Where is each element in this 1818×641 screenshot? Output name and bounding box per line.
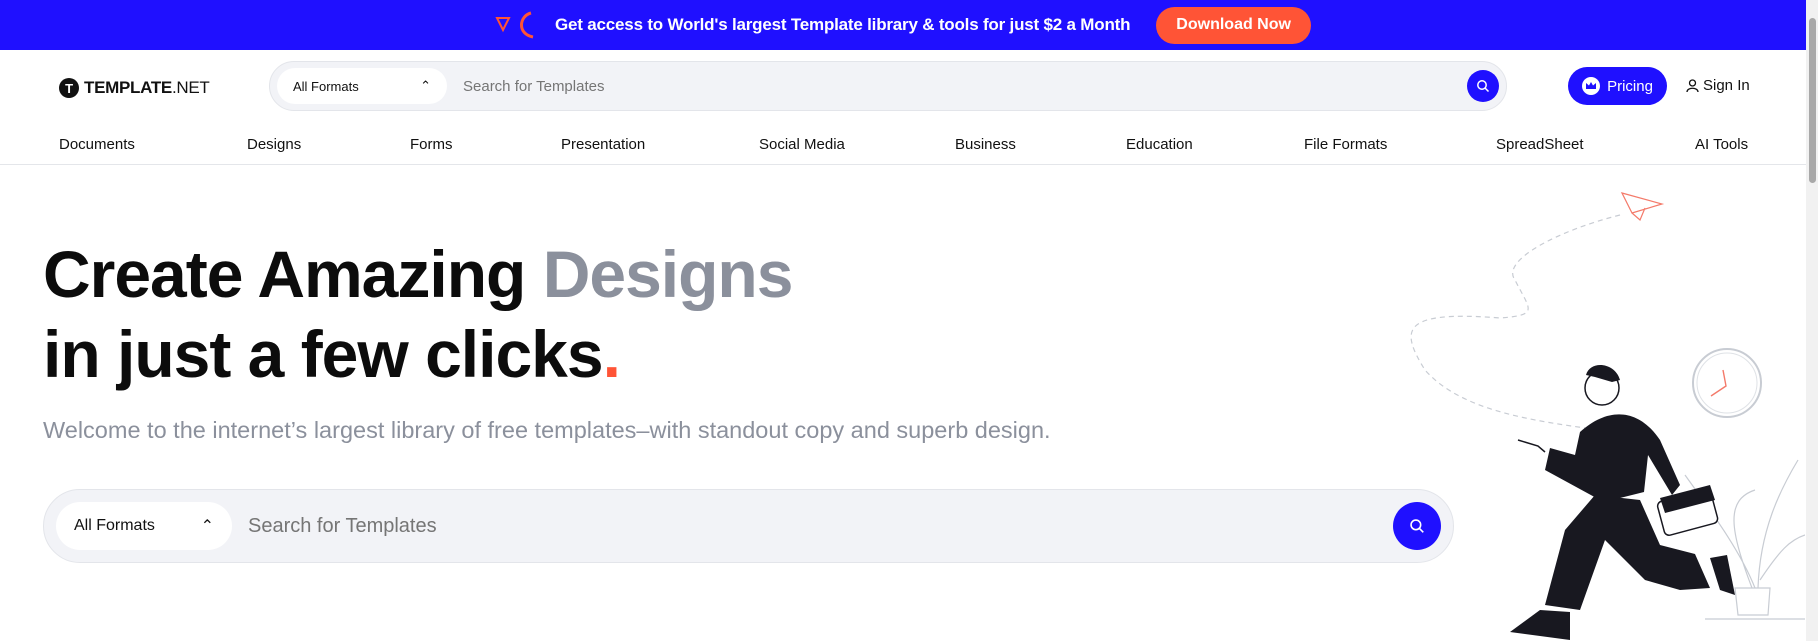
sign-in-link[interactable]: Sign In: [1686, 77, 1750, 94]
search-icon: [1477, 80, 1490, 93]
paper-plane-icon: [1620, 192, 1665, 222]
download-now-button[interactable]: Download Now: [1156, 6, 1311, 44]
clock-icon: [1692, 348, 1762, 418]
nav-ai-tools[interactable]: AI Tools: [1695, 136, 1748, 153]
nav-education[interactable]: Education: [1126, 136, 1193, 153]
nav-spreadsheet[interactable]: SpreadSheet: [1496, 136, 1584, 153]
hero-search-input[interactable]: [248, 514, 1393, 538]
vertical-scrollbar[interactable]: [1806, 0, 1818, 641]
chevron-up-icon: ⌃: [420, 78, 431, 93]
search-input[interactable]: [463, 77, 1467, 95]
pricing-label: Pricing: [1607, 77, 1653, 95]
format-dropdown[interactable]: All Formats ⌃: [277, 68, 447, 104]
scrollbar-thumb[interactable]: [1809, 18, 1816, 183]
site-logo[interactable]: T TEMPLATE.NET: [59, 78, 210, 98]
format-label: All Formats: [293, 78, 359, 94]
hero-heading: Create Amazing Designs in just a few clic…: [43, 237, 794, 391]
promo-logo-icon: [495, 11, 534, 39]
sign-in-label: Sign In: [1703, 77, 1750, 94]
crown-icon: [1582, 77, 1601, 95]
category-nav: Documents Designs Forms Presentation Soc…: [0, 133, 1806, 165]
hero-search-bar: All Formats ⌃: [43, 489, 1454, 563]
promo-banner: Get access to World's largest Template l…: [0, 0, 1806, 50]
nav-designs[interactable]: Designs: [247, 136, 301, 153]
promo-message: Get access to World's largest Template l…: [555, 15, 1131, 34]
header-search-bar: All Formats ⌃: [269, 61, 1507, 111]
logo-mark: T: [59, 78, 79, 98]
plant-icon: [1684, 459, 1805, 620]
hero-highlight: Designs: [542, 237, 794, 311]
logo-text: TEMPLATE.NET: [84, 78, 210, 97]
nav-forms[interactable]: Forms: [410, 136, 453, 153]
user-icon: [1686, 78, 1699, 92]
chevron-up-icon: ⌃: [200, 518, 214, 535]
nav-social-media[interactable]: Social Media: [759, 136, 845, 153]
nav-business[interactable]: Business: [955, 136, 1016, 153]
format-label: All Formats: [74, 517, 155, 534]
nav-documents[interactable]: Documents: [59, 136, 135, 153]
nav-file-formats[interactable]: File Formats: [1304, 136, 1387, 153]
hero-format-dropdown[interactable]: All Formats ⌃: [56, 502, 232, 550]
hero-subtitle: Welcome to the internet’s largest librar…: [43, 417, 1051, 443]
nav-presentation[interactable]: Presentation: [561, 136, 645, 153]
pricing-button[interactable]: Pricing: [1568, 67, 1667, 105]
hero-illustration: [1410, 192, 1805, 640]
search-button[interactable]: [1467, 70, 1499, 102]
